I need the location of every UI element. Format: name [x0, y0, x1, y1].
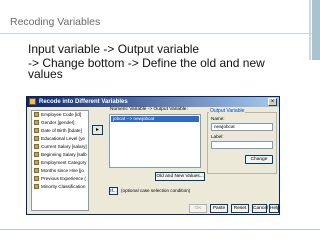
app-icon: [29, 98, 36, 105]
dialog-title: Recode into Different Variables: [39, 99, 128, 105]
variable-item[interactable]: Minority Classification: [32, 183, 88, 191]
help-button[interactable]: Help: [269, 204, 280, 213]
ruler-icon: [34, 120, 39, 125]
dialog-titlebar[interactable]: Recode into Different Variables ×: [27, 97, 279, 107]
variable-item[interactable]: Employment Category: [32, 159, 88, 167]
ruler-icon: [34, 136, 39, 141]
name-label: Name:: [211, 116, 225, 121]
ruler-icon: [34, 112, 39, 117]
ruler-icon: [34, 152, 39, 157]
variable-item[interactable]: Beginning Salary [salb: [32, 151, 88, 159]
slide-accent-strip: [309, 0, 320, 60]
if-button[interactable]: If...: [109, 187, 118, 195]
cancel-button[interactable]: Cancel: [252, 204, 268, 213]
ruler-icon: [34, 128, 39, 133]
slide-title: Recoding Variables: [10, 16, 101, 28]
variable-item[interactable]: Employee Code [id]: [32, 111, 88, 119]
ruler-icon: [34, 160, 39, 165]
ok-button[interactable]: OK: [189, 204, 207, 213]
name-input[interactable]: newjobcat: [211, 123, 273, 131]
old-new-values-button[interactable]: Old and New Values...: [155, 172, 205, 181]
ruler-icon: [34, 184, 39, 189]
ruler-icon: [34, 176, 39, 181]
reset-button[interactable]: Reset: [231, 204, 249, 213]
source-variable-list[interactable]: Employee Code [id] Gender [gender] Date …: [31, 110, 89, 211]
variable-item[interactable]: Educational Level (ye: [32, 135, 88, 143]
ruler-icon: [34, 168, 39, 173]
change-button[interactable]: Change: [245, 155, 273, 164]
bullet-change-define: -> Change bottom -> Define the old and n…: [28, 56, 265, 81]
variable-item[interactable]: Months since Hire [jo: [32, 167, 88, 175]
if-condition-text: (optional case selection condition): [121, 188, 191, 193]
close-button[interactable]: ×: [268, 98, 277, 106]
output-variable-legend: Output Variable: [209, 108, 246, 114]
label-label: Label:: [211, 134, 224, 139]
paste-button[interactable]: Paste: [210, 204, 228, 213]
numeric-output-list[interactable]: jobcat --> newjobcat: [109, 114, 201, 168]
variable-item[interactable]: Previous Experience (: [32, 175, 88, 183]
variable-item[interactable]: Date of Birth [bdate]: [32, 127, 88, 135]
numeric-output-item[interactable]: jobcat --> newjobcat: [111, 116, 199, 122]
ruler-icon: [34, 144, 39, 149]
variable-item[interactable]: Current Salary [salary]: [32, 143, 88, 151]
label-input[interactable]: [211, 141, 273, 149]
numeric-output-label: Numeric Variable -> Output Variable:: [110, 107, 188, 112]
recode-dialog: Recode into Different Variables × Employ…: [26, 96, 280, 215]
move-variable-button[interactable]: ▸: [92, 125, 103, 135]
bullet-input-output: Input variable -> Output variable: [28, 42, 200, 56]
title-divider: [0, 33, 312, 34]
bottom-divider: [0, 229, 320, 230]
variable-item[interactable]: Gender [gender]: [32, 119, 88, 127]
